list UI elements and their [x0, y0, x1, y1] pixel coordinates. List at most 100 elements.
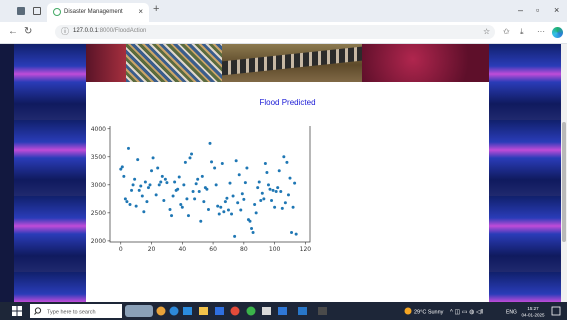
header-banner-image: [86, 44, 489, 82]
scatter-point: [265, 170, 269, 174]
taskbar-search-placeholder: Type here to search: [47, 310, 96, 316]
news-widget-icon[interactable]: [125, 305, 153, 317]
store-icon[interactable]: [215, 307, 224, 315]
weather-sun-icon: [404, 307, 412, 315]
scatter-point: [242, 197, 246, 201]
settings-more-icon[interactable]: ···: [537, 27, 545, 36]
minimize-button[interactable]: –: [518, 5, 523, 15]
scatter-point: [266, 183, 270, 187]
rainfall-scatter-chart: Rainfall Level02040608010012020002500300…: [91, 126, 312, 253]
scatter-point: [230, 212, 234, 216]
refresh-icon[interactable]: ↻: [24, 26, 32, 37]
terminal-icon[interactable]: [318, 307, 327, 315]
close-window-button[interactable]: ×: [554, 5, 559, 15]
weather-text[interactable]: 29°C Sunny: [414, 310, 444, 316]
scatter-point: [130, 188, 134, 192]
page-viewport: Flood Predicted Rainfall Level0204060801…: [0, 44, 567, 302]
new-tab-button[interactable]: +: [153, 3, 159, 15]
downloads-icon[interactable]: ⤓: [520, 27, 524, 37]
banner-segment-1: [86, 44, 126, 82]
y-tick-label: 3000: [91, 182, 106, 189]
back-arrow-icon[interactable]: ←: [8, 26, 18, 37]
scatter-point: [154, 193, 158, 197]
scatter-point: [271, 188, 275, 192]
vscode-icon[interactable]: [298, 307, 307, 315]
scatter-point: [294, 232, 298, 236]
scatter-point: [210, 160, 214, 164]
scatter-point: [134, 204, 138, 208]
scatter-point: [156, 166, 160, 170]
profile-icon[interactable]: [17, 7, 25, 15]
scatter-point: [168, 207, 172, 211]
scatter-point: [177, 175, 181, 179]
scatter-point: [237, 173, 241, 177]
scatter-point: [148, 183, 152, 187]
edge-copilot-icon[interactable]: [552, 27, 563, 38]
edge-taskbar-icon[interactable]: [169, 306, 179, 316]
scatter-point: [208, 141, 212, 145]
favorite-star-icon[interactable]: ☆: [483, 27, 490, 36]
x-tick-label: 80: [240, 246, 248, 253]
scatter-point: [200, 174, 204, 178]
scatter-point: [162, 199, 166, 203]
address-bar[interactable]: ⓘ 127.0.0.1:8000/FloodAction: [55, 25, 495, 39]
vertical-scrollbar[interactable]: [561, 44, 567, 302]
banner-segment-3: [222, 44, 362, 82]
scatter-point: [291, 205, 295, 209]
taskbar-app-icon-2[interactable]: [183, 307, 192, 315]
scatter-point: [157, 183, 161, 187]
scatter-point: [180, 205, 184, 209]
chrome-taskbar-icon[interactable]: [230, 306, 240, 316]
system-tray-icons[interactable]: ^ ◫ ▭ ◍ ◁ǁ: [450, 310, 483, 316]
language-indicator[interactable]: ENG: [506, 310, 517, 316]
scatter-point: [213, 166, 217, 170]
scatter-point: [140, 194, 144, 198]
maximize-button[interactable]: ▫: [536, 5, 539, 15]
file-explorer-icon[interactable]: [199, 307, 208, 315]
y-tick-label: 2500: [91, 210, 106, 217]
scatter-point: [274, 190, 278, 194]
scatter-point: [176, 187, 180, 191]
scatter-point: [259, 199, 263, 203]
clock-date[interactable]: 04-01-2025: [521, 313, 545, 318]
scatter-point: [234, 159, 238, 163]
scatter-point: [182, 183, 186, 187]
site-favicon-icon: [53, 8, 61, 16]
scatter-point: [220, 162, 224, 166]
scatter-point: [145, 200, 149, 204]
scatter-point: [253, 202, 257, 206]
scatter-point: [170, 214, 174, 218]
taskbar-app-icon-5[interactable]: [278, 307, 287, 315]
taskbar-app-icon-4[interactable]: [262, 307, 271, 315]
scatter-point: [293, 181, 297, 185]
x-tick-label: 100: [269, 246, 281, 253]
prediction-result-heading: Flood Predicted: [259, 98, 316, 107]
x-tick-label: 120: [300, 246, 312, 253]
scatter-point: [136, 158, 140, 162]
taskbar-app-icon-1[interactable]: [156, 306, 166, 316]
taskbar-app-icon-3[interactable]: [246, 306, 256, 316]
scatter-point: [251, 230, 255, 234]
scatter-point: [125, 200, 129, 204]
scatter-point: [171, 194, 175, 198]
scatter-point: [277, 169, 281, 173]
scatter-point: [206, 207, 210, 211]
scatter-point: [240, 192, 244, 196]
scatter-point: [123, 197, 127, 201]
scrollbar-thumb[interactable]: [562, 122, 566, 242]
scatter-point: [273, 205, 277, 209]
favorites-icon[interactable]: ✩: [503, 27, 510, 36]
scatter-point: [165, 181, 169, 185]
tab-actions-icon[interactable]: [33, 7, 41, 15]
scatter-point: [214, 183, 218, 187]
site-info-icon[interactable]: ⓘ: [61, 26, 69, 37]
tab-disaster-management[interactable]: Disaster Management ×: [47, 3, 149, 22]
clock-time[interactable]: 15:27: [527, 306, 539, 311]
x-tick-label: 40: [178, 246, 186, 253]
scatter-point: [205, 187, 209, 191]
tab-close-icon[interactable]: ×: [138, 7, 143, 16]
banner-wall: [222, 46, 362, 76]
browser-tab-strip: Disaster Management × + – ▫ ×: [0, 0, 567, 22]
scatter-point: [270, 199, 274, 203]
x-tick-label: 20: [148, 246, 156, 253]
